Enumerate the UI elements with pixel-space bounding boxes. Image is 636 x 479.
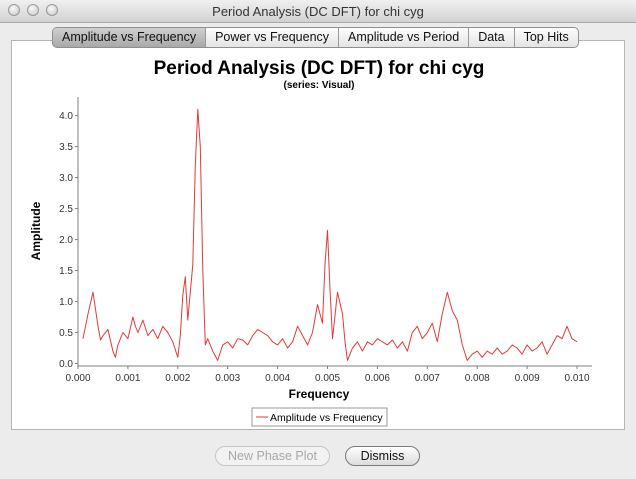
y-tick-label: 3.0 — [59, 173, 73, 184]
window-title: Period Analysis (DC DFT) for chi cyg — [212, 4, 424, 19]
chart-subtitle: (series: Visual) — [284, 80, 355, 91]
period-analysis-window: Period Analysis (DC DFT) for chi cyg Amp… — [0, 0, 636, 479]
y-tick-label: 4.0 — [59, 111, 73, 122]
x-tick-label: 0.005 — [315, 373, 340, 384]
x-tick-label: 0.001 — [115, 373, 140, 384]
chart-panel: Period Analysis (DC DFT) for chi cyg (se… — [11, 40, 625, 430]
tab-data[interactable]: Data — [469, 28, 515, 47]
tick-labels: 0.000 0.001 0.002 0.003 0.004 0.005 0.006 0.007… — [59, 111, 590, 384]
y-tick-label: 3.5 — [59, 142, 73, 153]
y-tick-label: 2.0 — [59, 235, 73, 246]
y-tick-label: 0.5 — [59, 328, 73, 339]
legend: Amplitude vs Frequency — [251, 407, 388, 427]
x-tick-label: 0.009 — [515, 373, 540, 384]
title-bar[interactable]: Period Analysis (DC DFT) for chi cyg — [0, 0, 636, 23]
x-axis-label: Frequency — [289, 387, 350, 401]
y-tick-label: 1.0 — [59, 297, 73, 308]
x-tick-label: 0.010 — [565, 373, 590, 384]
amplitude-chart[interactable]: Period Analysis (DC DFT) for chi cyg (se… — [12, 41, 624, 429]
tab-top-hits[interactable]: Top Hits — [515, 28, 578, 47]
tab-amplitude-vs-period[interactable]: Amplitude vs Period — [339, 28, 470, 47]
y-tick-label: 1.5 — [59, 266, 73, 277]
x-tick-label: 0.008 — [465, 373, 490, 384]
x-tick-label: 0.004 — [265, 373, 290, 384]
legend-label: Amplitude vs Frequency — [270, 412, 383, 424]
tab-power-vs-frequency[interactable]: Power vs Frequency — [206, 28, 340, 47]
dismiss-button[interactable]: Dismiss — [345, 446, 420, 466]
x-tick-label: 0.007 — [415, 373, 440, 384]
chart-title: Period Analysis (DC DFT) for chi cyg — [154, 58, 485, 79]
y-axis-label: Amplitude — [29, 201, 43, 260]
x-tick-label: 0.000 — [65, 373, 90, 384]
new-phase-plot-button[interactable]: New Phase Plot — [215, 446, 330, 466]
x-tick-label: 0.006 — [365, 373, 390, 384]
x-tick-label: 0.003 — [215, 373, 240, 384]
tab-amplitude-vs-frequency[interactable]: Amplitude vs Frequency — [53, 28, 207, 47]
y-tick-label: 0.0 — [59, 359, 73, 370]
y-tick-label: 2.5 — [59, 204, 73, 215]
x-tick-label: 0.002 — [165, 373, 190, 384]
series-line-amplitude-vs-frequency — [82, 108, 578, 361]
series-layer — [82, 108, 578, 361]
tab-bar: Amplitude vs Frequency Power vs Frequenc… — [52, 27, 579, 48]
